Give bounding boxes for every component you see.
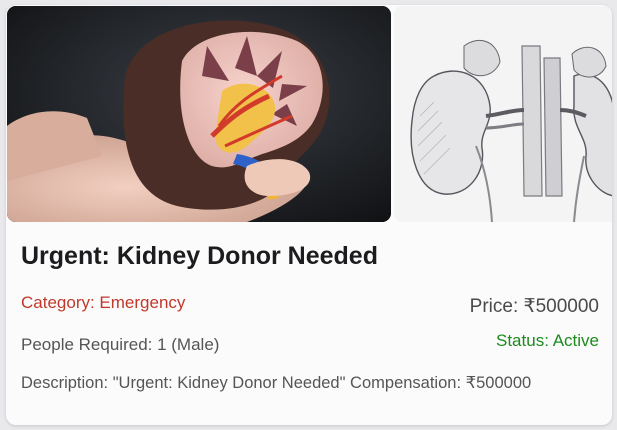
category-label: Category: Emergency bbox=[21, 293, 186, 312]
price-label: Price: ₹500000 bbox=[469, 296, 599, 317]
image-gallery[interactable] bbox=[6, 5, 612, 222]
status-label: Status: Active bbox=[496, 331, 599, 350]
people-required-label: People Required: 1 (Male) bbox=[21, 335, 220, 354]
kidney-anatomy-illustration[interactable] bbox=[394, 6, 612, 222]
kidney-sketch-image bbox=[394, 6, 612, 222]
listing-title: Urgent: Kidney Donor Needed bbox=[21, 242, 378, 270]
kidney-model-photo[interactable] bbox=[7, 6, 391, 222]
kidney-model-image bbox=[7, 6, 391, 222]
listing-card[interactable]: Urgent: Kidney Donor Needed Category: Em… bbox=[6, 5, 612, 425]
description-text: Description: "Urgent: Kidney Donor Neede… bbox=[21, 374, 532, 392]
